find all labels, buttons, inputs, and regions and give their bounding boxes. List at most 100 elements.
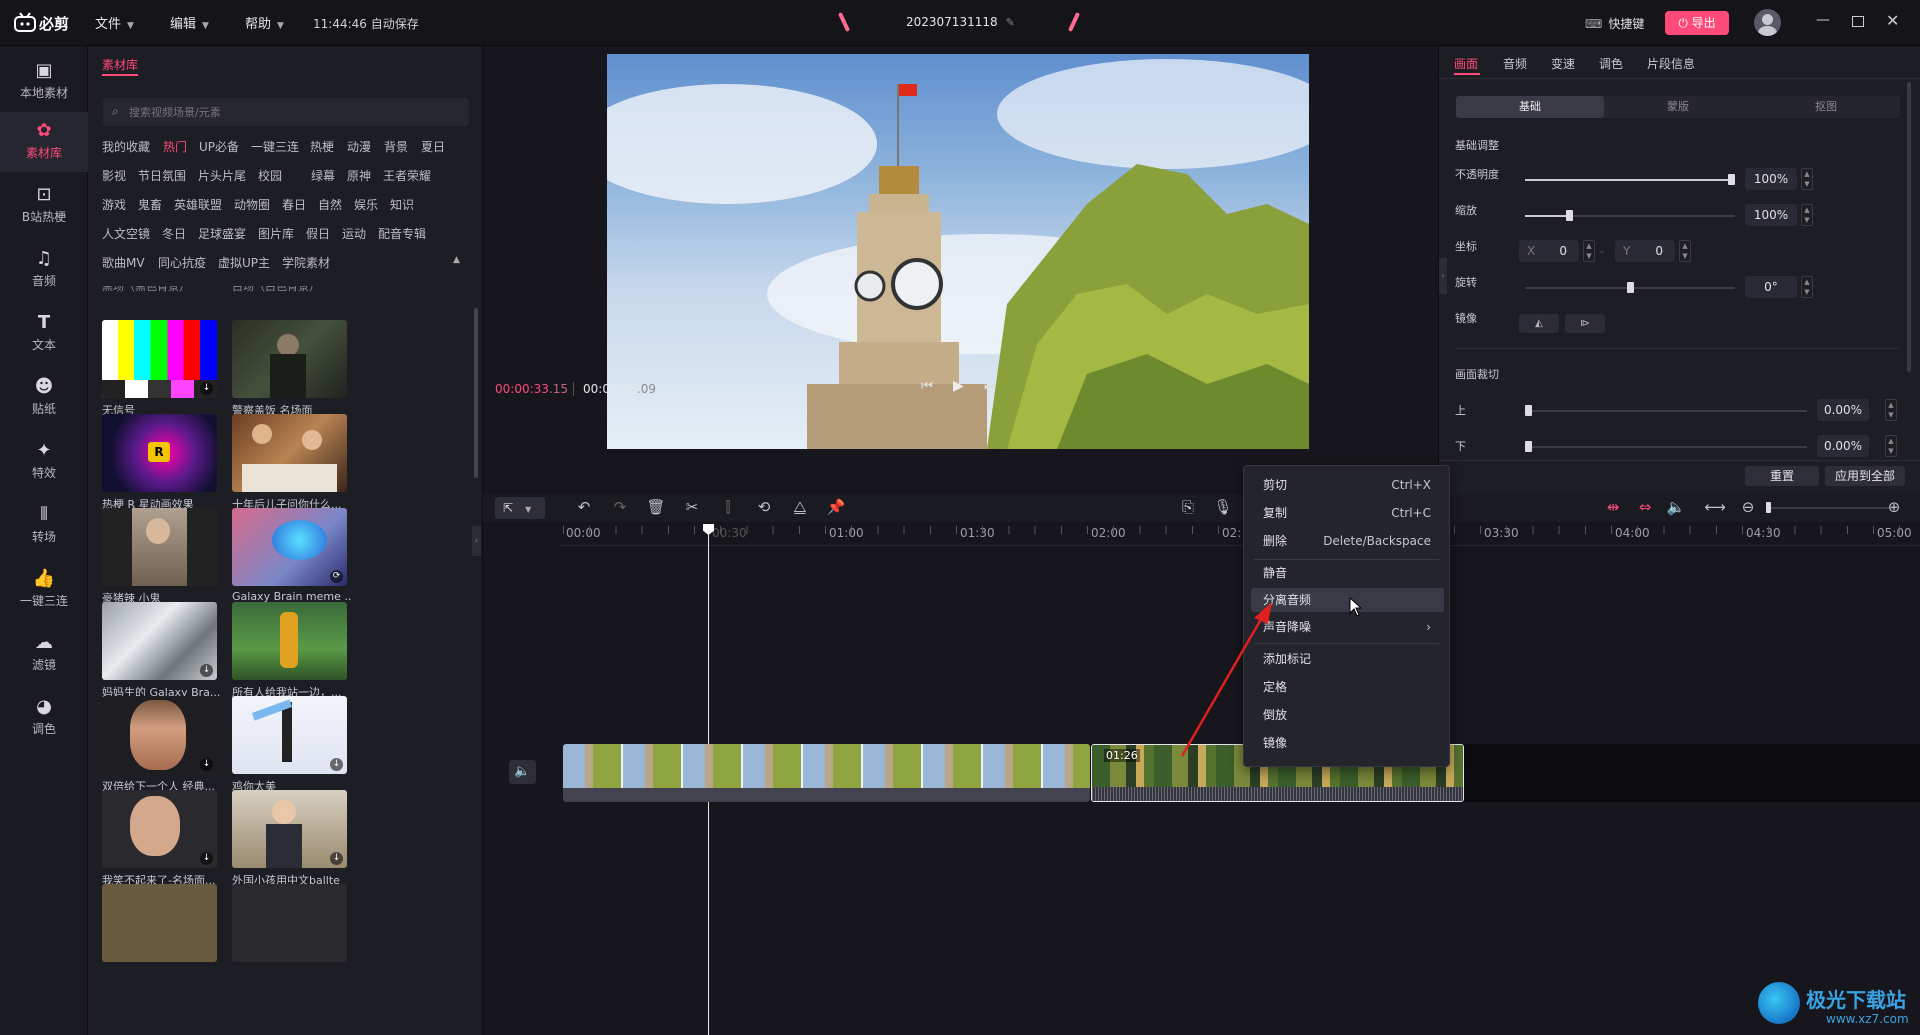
subtab-basic[interactable]: 基础 bbox=[1456, 96, 1604, 118]
tag-mv[interactable]: 歌曲MV bbox=[102, 254, 145, 271]
audio-sep-icon[interactable]: 🔈 bbox=[1665, 496, 1687, 518]
scale-value[interactable]: 100% bbox=[1745, 204, 1797, 226]
scale-slider[interactable] bbox=[1525, 210, 1735, 221]
library-scrollbar[interactable] bbox=[474, 308, 478, 478]
zoom-out-icon[interactable]: ⊖ bbox=[1737, 496, 1759, 518]
menu-item-cut[interactable]: 剪切 Ctrl+X bbox=[1244, 472, 1449, 498]
tag-academy[interactable]: 学院素材 bbox=[282, 254, 330, 271]
rotate-value[interactable]: 0° bbox=[1745, 276, 1797, 298]
download-icon[interactable]: ↓ bbox=[330, 852, 343, 865]
tag-entertainment[interactable]: 娱乐 bbox=[354, 196, 378, 213]
subtab-mask[interactable]: 蒙版 bbox=[1604, 96, 1752, 118]
nav-bilibili-memes[interactable]: ⊡ B站热梗 bbox=[0, 176, 88, 236]
opacity-knob[interactable] bbox=[1728, 174, 1735, 185]
menu-edit[interactable]: 编辑 ▼ bbox=[170, 13, 209, 32]
menu-item-copy[interactable]: 复制 Ctrl+C bbox=[1244, 500, 1449, 526]
nav-triple[interactable]: 👍 一键三连 bbox=[0, 560, 88, 620]
tag-summer[interactable]: 夏日 bbox=[421, 138, 445, 155]
tag-winter[interactable]: 冬日 bbox=[162, 225, 186, 242]
crop-bottom-stepper[interactable]: ▲ ▼ bbox=[1885, 435, 1897, 457]
scale-stepper[interactable]: ▲ ▼ bbox=[1801, 204, 1813, 226]
maximize-icon[interactable] bbox=[1852, 16, 1864, 27]
edit-icon[interactable]: ✎ bbox=[1006, 16, 1015, 29]
search-box[interactable]: ⌕ bbox=[103, 98, 469, 126]
nav-filter[interactable]: ☁ 滤镜 bbox=[0, 624, 88, 684]
tag-bg[interactable]: 背景 bbox=[384, 138, 408, 155]
tag-genshin[interactable]: 原神 bbox=[347, 167, 371, 184]
rotate-slider[interactable] bbox=[1525, 282, 1735, 293]
tag-kichiku[interactable]: 鬼畜 bbox=[138, 196, 162, 213]
tag-animal[interactable]: 动物圈 bbox=[234, 196, 270, 213]
crop-top-slider[interactable] bbox=[1525, 405, 1807, 416]
shortcut-button[interactable]: ⌨ 快捷键 bbox=[1585, 15, 1644, 32]
download-icon[interactable]: ↓ bbox=[200, 852, 213, 865]
tag-honor[interactable]: 王者荣耀 bbox=[383, 167, 431, 184]
mirror-icon[interactable]: ⧋ bbox=[789, 496, 811, 518]
tab-speed[interactable]: 变速 bbox=[1551, 55, 1575, 72]
thumb-galaxy-brain[interactable]: ⟳ bbox=[232, 508, 347, 586]
crop-bottom-knob[interactable] bbox=[1525, 441, 1532, 452]
inspector-scrollbar[interactable] bbox=[1907, 82, 1911, 372]
tag-festival[interactable]: 节日氛围 bbox=[138, 167, 186, 184]
tag-favorites[interactable]: 我的收藏 bbox=[102, 138, 150, 155]
tag-images[interactable]: 图片库 bbox=[258, 225, 294, 242]
mirror-vertical-button[interactable]: ⧐ bbox=[1565, 314, 1605, 333]
scale-knob[interactable] bbox=[1566, 210, 1573, 221]
tag-intro[interactable]: 片头片尾 bbox=[198, 167, 246, 184]
tag-dubbing[interactable]: 配音专辑 bbox=[378, 225, 426, 242]
undo-icon[interactable]: ↶ bbox=[573, 496, 595, 518]
nav-sticker[interactable]: ☻ 贴纸 bbox=[0, 368, 88, 428]
tag-game[interactable]: 游戏 bbox=[102, 196, 126, 213]
menu-item-mute[interactable]: 静音 bbox=[1244, 560, 1449, 586]
thumb-rstar[interactable]: R bbox=[102, 414, 217, 492]
tag-nature[interactable]: 自然 bbox=[318, 196, 342, 213]
thumb-chicken[interactable]: ↓ bbox=[232, 696, 347, 774]
fit-icon[interactable]: ⟷ bbox=[1704, 496, 1726, 518]
y-field[interactable]: Y0 bbox=[1615, 240, 1675, 262]
tag-football[interactable]: 足球盛宴 bbox=[198, 225, 246, 242]
track-mute-button[interactable]: 🔈 bbox=[509, 760, 536, 784]
thumb-dancer[interactable] bbox=[232, 602, 347, 680]
download-icon[interactable]: ↓ bbox=[200, 758, 213, 771]
tab-color[interactable]: 调色 bbox=[1599, 55, 1623, 72]
nav-audio[interactable]: ♫ 音频 bbox=[0, 240, 88, 300]
download-icon[interactable]: ↓ bbox=[200, 382, 213, 395]
zoom-slider[interactable] bbox=[1766, 502, 1894, 513]
video-clip-1[interactable] bbox=[563, 744, 1090, 802]
zoom-in-icon[interactable]: ⊕ bbox=[1883, 496, 1905, 518]
play-icon[interactable]: ▶ bbox=[953, 378, 964, 394]
split-icon[interactable]: ⫿ bbox=[717, 496, 739, 518]
tag-vup[interactable]: 虚拟UP主 bbox=[218, 254, 270, 271]
search-input[interactable] bbox=[129, 102, 459, 122]
tag-holiday[interactable]: 假日 bbox=[306, 225, 330, 242]
panel-collapse-handle[interactable]: › bbox=[1439, 258, 1447, 294]
tag-humanity[interactable]: 人文空镜 bbox=[102, 225, 150, 242]
thumb-man[interactable]: ↓ bbox=[102, 696, 217, 774]
rotate-knob[interactable] bbox=[1627, 282, 1634, 293]
project-name[interactable]: 202307131118 ✎ bbox=[906, 15, 1015, 29]
subtab-matting[interactable]: 抠图 bbox=[1752, 96, 1900, 118]
tag-sport[interactable]: 运动 bbox=[342, 225, 366, 242]
crop-top-knob[interactable] bbox=[1525, 405, 1532, 416]
replace-icon[interactable]: ⟲ bbox=[753, 496, 775, 518]
next-frame-icon[interactable]: ⏭ bbox=[984, 379, 996, 394]
close-icon[interactable]: ✕ bbox=[1886, 11, 1899, 30]
rotate-stepper[interactable]: ▲ ▼ bbox=[1801, 276, 1813, 298]
text-recognize-icon[interactable]: ⎘ bbox=[1177, 496, 1199, 518]
opacity-value[interactable]: 100% bbox=[1745, 168, 1797, 190]
tab-audio[interactable]: 音频 bbox=[1503, 55, 1527, 72]
menu-file[interactable]: 文件 ▼ bbox=[95, 13, 134, 32]
thumb-kid[interactable]: ↓ bbox=[232, 790, 347, 868]
x-stepper[interactable]: ▲ ▼ bbox=[1583, 240, 1595, 262]
nav-effect[interactable]: ✦ 特效 bbox=[0, 432, 88, 492]
tag-spring[interactable]: 春日 bbox=[282, 196, 306, 213]
thumb-partial[interactable] bbox=[102, 884, 217, 962]
menu-item-delete[interactable]: 删除 Delete/Backspace bbox=[1244, 528, 1449, 554]
thumb-crystal[interactable]: ↓ bbox=[102, 602, 217, 680]
tag-anime[interactable]: 动漫 bbox=[347, 138, 371, 155]
export-button[interactable]: ⏻ 导出 bbox=[1665, 11, 1729, 35]
minimize-icon[interactable]: — bbox=[1816, 12, 1830, 28]
zoom-knob[interactable] bbox=[1766, 502, 1771, 513]
crop-bottom-slider[interactable] bbox=[1525, 441, 1807, 452]
opacity-slider[interactable] bbox=[1525, 174, 1735, 185]
